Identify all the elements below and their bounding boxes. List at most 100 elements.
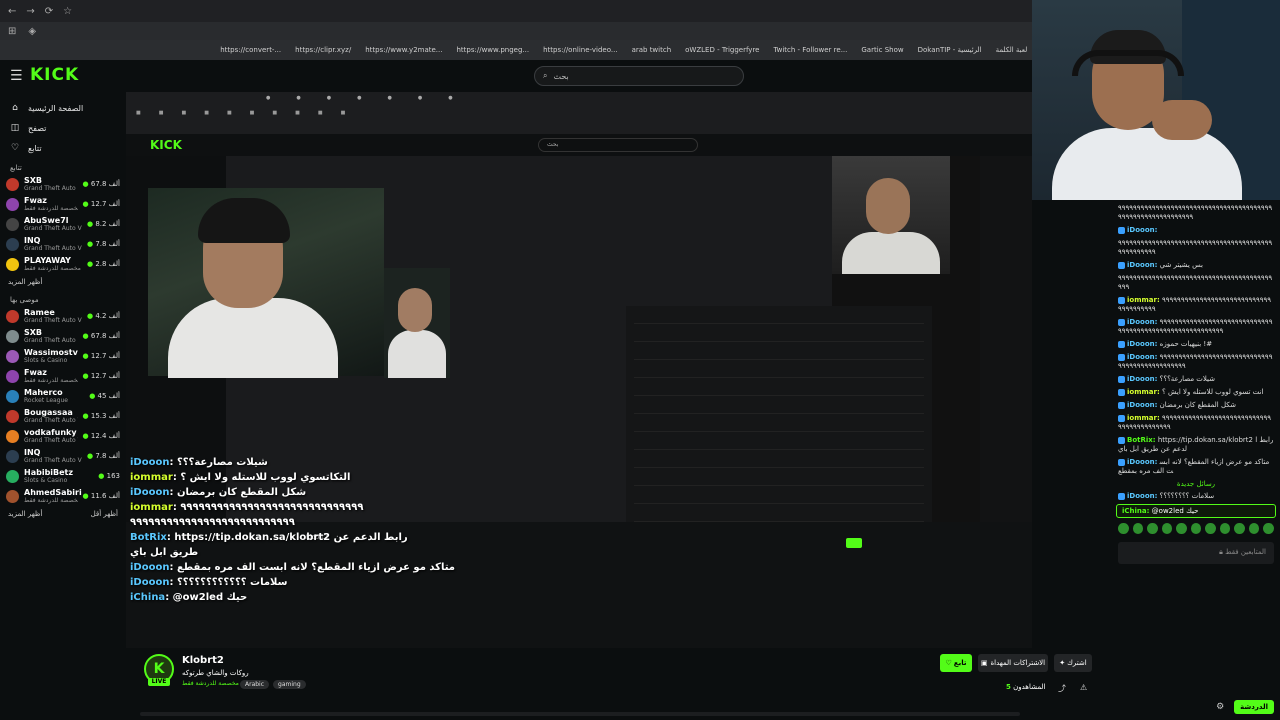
show-toggle-row[interactable]: أظهر المزيد أظهر أقل <box>0 506 126 522</box>
nav-item-0[interactable]: ⌂ الصفحة الرئيسية <box>0 98 126 118</box>
lock-icon: 🔒︎ <box>1219 548 1223 556</box>
viewer-value: 15.3 ألف <box>90 412 120 420</box>
bookmark-item[interactable]: لعبة الكلمة <box>996 46 1028 54</box>
emote-icon[interactable] <box>1219 523 1231 534</box>
channel-row[interactable]: INQ Grand Theft Auto V ● 7.8 ألف <box>0 234 126 254</box>
chat-text: انت تسوي لووب للاستله ولا ايش ؟ <box>1162 388 1264 396</box>
channel-row[interactable]: vodkafunky Grand Theft Auto V ● 12.4 ألف <box>0 426 126 446</box>
viewer-count: ● 11.6 ألف <box>83 492 120 500</box>
shield-icon[interactable]: ◈ <box>28 26 36 37</box>
emote-icon[interactable] <box>1147 523 1158 534</box>
chat-message: BotRix: https://tip.dokan.sa/klobrt2 راب… <box>1112 434 1280 456</box>
search-icon: ⌕ <box>543 71 548 80</box>
user-badge-icon <box>1118 436 1125 444</box>
emote-icon[interactable] <box>1176 523 1187 534</box>
channel-category: Grand Theft Auto V <box>24 245 82 252</box>
streamer-webcam <box>1032 0 1280 200</box>
emote-icon[interactable] <box>1118 523 1129 534</box>
chat-username[interactable]: iDooon: <box>1127 401 1157 409</box>
nav-item-2[interactable]: ♡ تتابع <box>0 138 126 158</box>
channel-row[interactable]: AhmedSabiri مخصصة للدردشة فقط ● 11.6 ألف <box>0 486 126 506</box>
channel-row[interactable]: AbuSwe7l Grand Theft Auto V ● 8.2 ألف <box>0 214 126 234</box>
emote-icon[interactable] <box>1234 523 1245 534</box>
extensions-icon[interactable]: ⊞ <box>8 26 16 37</box>
channel-row[interactable]: HabibiBetz Slots & Casino ● 163 <box>0 466 126 486</box>
channel-row[interactable]: INQ Grand Theft Auto V ● 7.8 ألف <box>0 446 126 466</box>
emote-icon[interactable] <box>1190 523 1202 534</box>
bookmark-item[interactable]: https://convert-... <box>220 46 281 54</box>
channel-info: Fwaz مخصصة للدردشة فقط <box>24 368 78 384</box>
emote-icon[interactable] <box>1205 523 1216 534</box>
star-icon[interactable]: ☆ <box>63 6 72 17</box>
heart-icon: ♡ <box>945 659 952 667</box>
nav-item-1[interactable]: ◫ تصفح <box>0 118 126 138</box>
chat-username[interactable]: iommar: <box>1127 296 1160 304</box>
channel-row[interactable]: Fwaz مخصصة للدردشة فقط ● 12.7 ألف <box>0 366 126 386</box>
bookmark-item[interactable]: https://www.pngeg... <box>456 46 529 54</box>
chat-username[interactable]: iDooon: <box>1127 261 1157 269</box>
chat-username[interactable]: iDooon: <box>1127 375 1157 383</box>
chat-message: iDooon: بس يشيتر شي <box>1112 259 1280 272</box>
chat-username[interactable]: iChina: <box>1122 507 1149 515</box>
bookmark-item[interactable]: arab twitch <box>632 46 672 54</box>
menu-icon[interactable]: ☰ <box>10 68 23 84</box>
bookmark-item[interactable]: https://online-video... <box>543 46 617 54</box>
channel-row[interactable]: SXB Grand Theft Auto ... ● 67.8 ألف <box>0 174 126 194</box>
channel-row[interactable]: Fwaz مخصصة للدردشة فقط ● 12.7 ألف <box>0 194 126 214</box>
channel-category: مخصصة للدردشة فقط <box>24 265 81 272</box>
channel-row[interactable]: Maherco Rocket League ● 45 ألف <box>0 386 126 406</box>
kick-logo[interactable]: KICK <box>30 65 79 85</box>
chat-username[interactable]: iommar: <box>1127 414 1160 422</box>
reload-icon[interactable]: ⟳ <box>45 6 53 17</box>
bookmark-item[interactable]: Gartic Show <box>861 46 903 54</box>
channel-row[interactable]: Ramee Grand Theft Auto V ● 4.2 ألف <box>0 306 126 326</box>
gear-icon[interactable]: ⚙ <box>1216 702 1224 712</box>
follow-button[interactable]: ♡ تابع <box>940 654 972 672</box>
chat-username[interactable]: iDooon: <box>1127 318 1157 326</box>
emote-icon[interactable] <box>1161 523 1173 534</box>
chat-username[interactable]: BotRix: <box>1127 436 1156 444</box>
emote-icon[interactable] <box>1248 523 1260 534</box>
chat-username[interactable]: iDooon: <box>1127 340 1157 348</box>
subscribe-button[interactable]: ✦ اشترك <box>1054 654 1092 672</box>
forward-icon[interactable]: → <box>26 6 34 17</box>
bookmark-item[interactable]: Twitch - Follower re... <box>774 46 848 54</box>
tag-chip[interactable]: Arabic <box>240 680 270 689</box>
emote-icon[interactable] <box>1132 523 1144 534</box>
search-input[interactable]: بحث <box>553 72 568 81</box>
bookmark-item[interactable]: https://clipr.xyz/ <box>295 46 351 54</box>
gift-subs-button[interactable]: ▣ الاشتراكات المهداة <box>978 654 1048 672</box>
show-more-following[interactable]: أظهر المزيد <box>0 274 126 290</box>
channel-row[interactable]: Wassimostv Slots & Casino ● 12.7 ألف <box>0 346 126 366</box>
bookmark-item[interactable]: DokanTIP - الرئيسية <box>918 46 982 54</box>
emote-icon[interactable] <box>1263 523 1275 534</box>
chat-username[interactable]: iDooon: <box>1127 226 1157 234</box>
report-icon[interactable]: ⚠ <box>1080 683 1087 692</box>
chat-message: iDooon: متاكد مو عرض ازياء المقطع؟ لانه … <box>1112 456 1280 478</box>
channel-name[interactable]: Klobrt2 <box>182 655 224 666</box>
chat-message-highlight[interactable]: iChina: @ow2led حيك <box>1116 504 1276 518</box>
nested-search: بحث <box>538 138 698 152</box>
share-icon[interactable]: ⤴ <box>1058 683 1066 694</box>
chat-text: بنيهيات حموزه !# <box>1159 340 1213 348</box>
viewer-count: ● 4.2 ألف <box>87 312 120 320</box>
chat-username[interactable]: iDooon: <box>1127 458 1157 466</box>
channel-row[interactable]: SXB Grand Theft Auto ... ● 67.8 ألف <box>0 326 126 346</box>
chat-username[interactable]: iDooon: <box>1127 353 1157 361</box>
chat-username[interactable]: iDooon: <box>1127 492 1157 500</box>
heart-icon: ♡ <box>10 143 20 153</box>
channel-row[interactable]: PLAYAWAY مخصصة للدردشة فقط ● 2.8 ألف <box>0 254 126 274</box>
chat-text: شكل المقطع كان برمضان <box>1159 401 1237 409</box>
bookmark-item[interactable]: https://www.y2mate... <box>365 46 442 54</box>
chat-send-button[interactable]: الدردشة <box>1234 700 1274 714</box>
channel-row[interactable]: Bougassaa Grand Theft Auto V ● 15.3 ألف <box>0 406 126 426</box>
tag-chip[interactable]: gaming <box>273 680 306 689</box>
scroll-indicator[interactable] <box>140 712 1020 716</box>
chat-username[interactable]: iommar: <box>1127 388 1160 396</box>
chat-input[interactable]: 🔒︎ المتابعين فقط <box>1118 542 1274 564</box>
back-icon[interactable]: ← <box>8 6 16 17</box>
channel-category: Grand Theft Auto ... <box>24 185 78 192</box>
stream-category[interactable]: مخصصة للدردشة فقط <box>182 680 239 687</box>
bookmark-item[interactable]: oWZLED - Triggerfyre <box>685 46 759 54</box>
search-box[interactable]: ⌕ بحث <box>534 66 744 86</box>
